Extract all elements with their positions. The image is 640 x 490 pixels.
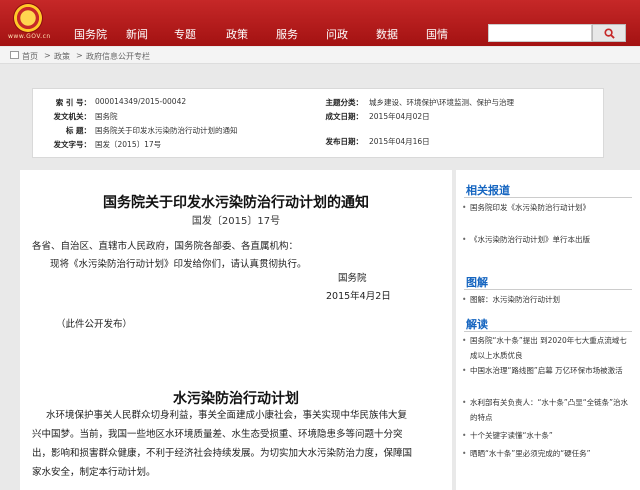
related-link[interactable]: 国务院印发《水污染防治行动计划》 [462,200,630,215]
home-icon[interactable] [10,51,19,59]
nav-news[interactable]: 新闻 [126,26,148,42]
meta-value: 000014349/2015-00042 [95,97,187,106]
search-button[interactable] [592,24,626,42]
plan-paragraph-line: 家水安全，制定本行动计划。 [32,467,156,478]
divider [464,197,632,198]
interpret-link[interactable]: 晒晒“水十条”里必须完成的“硬任务” [462,446,630,461]
breadcrumb-home[interactable]: 首页 [22,51,38,62]
nav-policy[interactable]: 政策 [226,26,248,42]
breadcrumb-separator: > [76,51,83,60]
search-input[interactable] [488,24,592,42]
sidebar: 相关报道 国务院印发《水污染防治行动计划》 《水污染防治行动计划》单行本出版 图… [456,170,640,490]
breadcrumb-gov-info[interactable]: 政府信息公开专栏 [86,51,150,62]
nav-topics[interactable]: 专题 [174,26,196,42]
meta-label: 标 题： [65,126,91,135]
meta-label: 主题分类： [325,98,364,107]
meta-value: 2015年04月16日 [369,137,430,146]
interpret-link[interactable]: 水利部有关负责人：“水十条”凸显“全链条”治水的特点 [462,395,630,425]
plan-paragraph-line: 水环境保护事关人民群众切身利益，事关全面建成小康社会，事关实现中华民族伟大复 [46,410,408,421]
document-number: 国发〔2015〕17号 [191,216,281,227]
meta-label: 成文日期： [325,112,364,121]
national-emblem-icon[interactable] [14,4,42,32]
breadcrumb-separator: > [44,51,51,60]
interpret-link[interactable]: 国务院“水十条”提出 到2020年七大重点流域七成以上水质优良 [462,333,630,363]
document-metadata-table: 索 引 号： 000014349/2015-00042 发文机关： 国务院 标 … [32,88,604,158]
public-release-note: （此件公开发布） [56,319,133,330]
signature: 国务院 [338,273,367,284]
meta-value: 2015年04月02日 [369,112,430,121]
paragraph: 现将《水污染防治行动计划》印发给你们，请认真贯彻执行。 [50,259,307,270]
search-icon [603,27,615,39]
nav-data[interactable]: 数据 [376,26,398,42]
plan-paragraph-line: 兴中国梦。当前，我国一些地区水环境质量差、水生态受损重、环境隐患多等问题十分突 [32,429,403,440]
breadcrumb-policy[interactable]: 政策 [54,51,70,62]
breadcrumb: 首页 > 政策 > 政府信息公开专栏 [0,47,640,64]
nav-inquiry[interactable]: 问政 [326,26,348,42]
divider [464,331,632,332]
meta-value: 国务院 [95,112,118,121]
meta-label: 发文机关： [53,112,92,121]
interpret-link[interactable]: 中国水治理“路线图”启幕 万亿环保市场被激活 [462,363,630,378]
meta-label: 发文字号： [53,140,92,149]
divider [464,289,632,290]
graphic-link[interactable]: 图解：水污染防治行动计划 [462,292,630,307]
meta-value: 国发〔2015〕17号 [95,140,162,149]
meta-label: 发布日期： [325,137,364,146]
interpret-link[interactable]: 十个关键字读懂“水十条” [462,428,630,443]
meta-value: 国务院关于印发水污染防治行动计划的通知 [95,126,238,135]
plan-title: 水污染防治行动计划 [173,391,299,407]
article-content: 国务院关于印发水污染防治行动计划的通知 国发〔2015〕17号 各省、自治区、直… [20,170,452,490]
sidebar-heading-interpret: 解读 [466,318,488,331]
plan-paragraph-line: 出，影响和损害群众健康，不利于经济社会持续发展。为切实加大水污染防治力度，保障国 [32,448,413,459]
nav-services[interactable]: 服务 [276,26,298,42]
related-link[interactable]: 《水污染防治行动计划》单行本出版 [462,232,630,247]
nav-national-info[interactable]: 国情 [426,26,448,42]
site-logo-text: www.GOV.cn [8,33,51,40]
sidebar-heading-related: 相关报道 [466,184,510,197]
issue-date: 2015年4月2日 [326,291,391,302]
meta-value: 城乡建设、环境保护\环境监测、保护与治理 [369,98,515,107]
salutation: 各省、自治区、直辖市人民政府，国务院各部委、各直属机构： [32,241,299,252]
nav-state-council[interactable]: 国务院 [74,26,107,42]
site-header: www.GOV.cn 国务院 新闻 专题 政策 服务 问政 数据 国情 [0,0,640,46]
meta-label: 索 引 号： [55,98,91,107]
sidebar-heading-graphic: 图解 [466,276,488,289]
article-title: 国务院关于印发水污染防治行动计划的通知 [103,195,369,211]
